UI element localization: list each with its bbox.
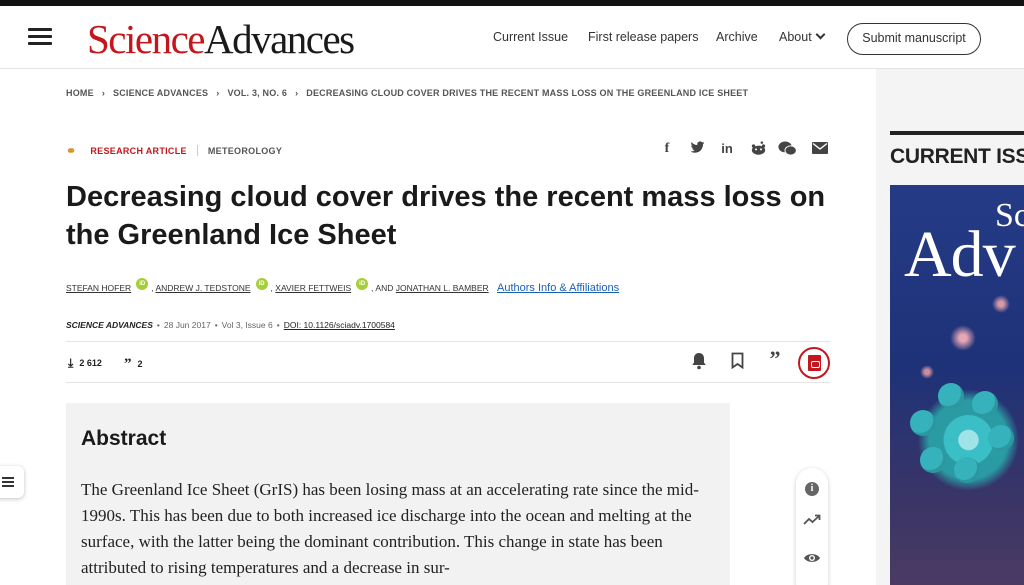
- science-advances-logo[interactable]: ScienceAdvances: [87, 16, 355, 62]
- trending-icon[interactable]: [796, 513, 828, 531]
- pdf-icon: [808, 355, 821, 371]
- chevron-right-icon: ›: [101, 88, 106, 98]
- nav-about[interactable]: About: [779, 29, 826, 44]
- citation-line: SCIENCE ADVANCES • 28 Jun 2017 • Vol 3, Issu…: [66, 320, 395, 330]
- orcid-icon[interactable]: iD: [136, 278, 149, 290]
- cite-icon[interactable]: ”: [764, 346, 786, 372]
- authors-info-affiliations-link[interactable]: Authors Info & Affiliations: [497, 282, 619, 294]
- cover-art: [920, 365, 934, 379]
- current-issue-heading: CURRENT ISSUE: [890, 145, 1024, 168]
- breadcrumb-current: DECREASING CLOUD COVER DRIVES THE RECENT…: [306, 88, 749, 98]
- breadcrumb-issue[interactable]: VOL. 3, NO. 6: [227, 88, 287, 98]
- floating-tools: i: [796, 468, 828, 585]
- journal-name: SCIENCE ADVANCES: [66, 320, 153, 330]
- cover-art: [954, 457, 980, 483]
- breadcrumb-home[interactable]: HOME: [66, 88, 94, 98]
- facebook-icon[interactable]: f: [657, 141, 677, 157]
- orcid-icon[interactable]: iD: [255, 278, 268, 290]
- divider: [196, 145, 198, 156]
- pdf-download-button[interactable]: [798, 347, 830, 379]
- cover-art: [972, 391, 998, 417]
- eye-icon[interactable]: [796, 551, 828, 569]
- site-header: ScienceAdvances Current Issue First rele…: [0, 6, 1024, 69]
- abstract-section: Abstract The Greenland Ice Sheet (GrIS) …: [66, 403, 730, 585]
- orcid-icon[interactable]: iD: [356, 278, 369, 290]
- current-issue-cover[interactable]: Sc Adv: [890, 185, 1024, 585]
- article-meta-row: ⚭ RESEARCH ARTICLE METEOROLOGY: [66, 144, 282, 158]
- author-name[interactable]: ANDREW J. TEDSTONE: [155, 283, 250, 293]
- cover-art: [910, 410, 936, 436]
- quote-icon: ”: [124, 356, 132, 372]
- reddit-icon[interactable]: [748, 141, 768, 159]
- divider: [890, 131, 1024, 135]
- citation-count-value: 2: [137, 359, 143, 369]
- cover-art: [920, 447, 946, 473]
- author-name[interactable]: XAVIER FETTWEIS: [275, 283, 351, 293]
- open-access-lock-icon: ⚭: [66, 144, 77, 158]
- cover-art: [988, 425, 1014, 451]
- nav-about-label: About: [779, 30, 812, 44]
- info-icon[interactable]: i: [796, 478, 828, 496]
- wechat-icon[interactable]: [777, 141, 797, 159]
- breadcrumb-journal[interactable]: SCIENCE ADVANCES: [113, 88, 208, 98]
- cover-title-large: Adv: [904, 218, 1016, 291]
- menu-icon[interactable]: [28, 28, 52, 46]
- nav-archive[interactable]: Archive: [716, 30, 758, 44]
- article-tools-bar: ⤓ 2 612 ” 2 ”: [66, 341, 830, 383]
- citation-count: ” 2: [124, 356, 143, 373]
- doi-link[interactable]: DOI: 10.1126/sciadv.1700584: [284, 320, 395, 330]
- nav-current-issue[interactable]: Current Issue: [493, 30, 568, 44]
- author-name[interactable]: JONATHAN L. BAMBER: [396, 283, 489, 293]
- linkedin-icon[interactable]: in: [717, 141, 737, 156]
- article-subject[interactable]: METEOROLOGY: [208, 146, 282, 156]
- chevron-right-icon: ›: [216, 88, 220, 98]
- logo-science-text: Science: [87, 16, 205, 62]
- bookmark-icon[interactable]: [726, 352, 748, 374]
- logo-advances-text: Advances: [203, 16, 355, 62]
- nav-first-release-papers[interactable]: First release papers: [588, 30, 698, 44]
- right-sidebar: CURRENT ISSUE Sc Adv: [876, 69, 1024, 585]
- breadcrumb: HOME › SCIENCE ADVANCES › VOL. 3, NO. 6 › DECR…: [66, 88, 748, 98]
- download-count: ⤓ 2 612: [68, 356, 102, 371]
- cover-art: [938, 383, 964, 409]
- chevron-right-icon: ›: [295, 88, 299, 98]
- abstract-heading: Abstract: [81, 427, 167, 450]
- twitter-icon[interactable]: [687, 141, 707, 157]
- cover-art: [992, 295, 1010, 313]
- table-of-contents-toggle[interactable]: [0, 466, 24, 498]
- volume-issue[interactable]: Vol 3, Issue 6: [222, 320, 273, 330]
- download-icon: ⤓: [68, 356, 74, 370]
- publication-date: 28 Jun 2017: [163, 320, 211, 330]
- article-type: RESEARCH ARTICLE: [90, 146, 187, 156]
- submit-manuscript-button[interactable]: Submit manuscript: [847, 23, 981, 55]
- download-count-value: 2 612: [79, 358, 102, 368]
- bell-icon[interactable]: [688, 352, 710, 375]
- email-icon[interactable]: [810, 141, 830, 157]
- author-and-text: , AND: [371, 283, 394, 293]
- cover-art: [950, 325, 976, 351]
- abstract-text: The Greenland Ice Sheet (GrIS) has been …: [81, 480, 699, 577]
- article-title: Decreasing cloud cover drives the recent…: [66, 181, 826, 251]
- author-list: STEFAN HOFER iD, ANDREW J. TEDSTONE iD, XA…: [66, 278, 619, 294]
- chevron-down-icon: [815, 29, 826, 40]
- author-name[interactable]: STEFAN HOFER: [66, 283, 131, 293]
